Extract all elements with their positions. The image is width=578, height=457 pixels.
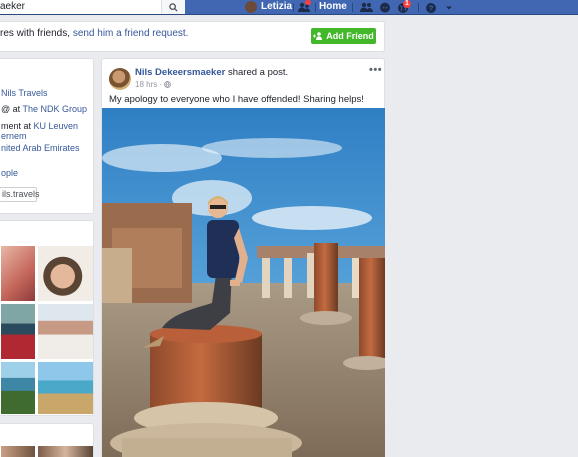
author-avatar[interactable] (109, 68, 131, 90)
post-photo[interactable] (102, 108, 385, 457)
ruins-photo (102, 108, 385, 457)
notifications-badge: 1 (403, 0, 411, 8)
banner-text-prefix: res with friends, (0, 28, 73, 39)
friends-icon (359, 2, 373, 12)
photo-thumbnail[interactable] (38, 304, 93, 359)
nav-divider (352, 3, 353, 12)
add-friend-label: Add Friend (326, 31, 374, 41)
intro-item-text: ment at (1, 121, 34, 131)
intro-item: ment at KU Leuven (1, 121, 78, 131)
search-button[interactable] (161, 0, 185, 14)
intro-card: Nils Travels @ at The NDK Group ment at … (0, 58, 94, 214)
instagram-handle-link[interactable]: ils.travels (0, 187, 40, 202)
find-friends-button[interactable] (297, 0, 311, 14)
post-header: Nils Dekeersmaeker shared a post. (135, 67, 288, 78)
add-friend-button[interactable]: Add Friend (311, 28, 376, 44)
photo-thumbnail[interactable] (1, 362, 35, 414)
friend-request-banner: res with friends, send him a friend requ… (0, 21, 385, 52)
meta-separator: · (159, 80, 163, 89)
intro-item: @ at The NDK Group (1, 104, 87, 114)
photo-thumbnail[interactable] (38, 446, 93, 457)
post-text: My apology to everyone who I have offend… (109, 94, 364, 105)
post-action-text: shared a post. (225, 67, 289, 78)
nav-divider (293, 3, 294, 12)
intro-item: ople (1, 168, 18, 178)
photo-thumbnail[interactable] (1, 446, 35, 457)
friends-card (0, 423, 94, 457)
send-friend-request-link[interactable]: send him a friend request. (73, 28, 189, 39)
search-icon (169, 2, 178, 12)
profile-link[interactable]: Letizia (261, 1, 292, 12)
search-input-value: aeker (0, 1, 26, 12)
top-navigation-bar: aeker Letizia Home 1 ? (0, 0, 578, 15)
intro-item-link[interactable]: ople (1, 168, 18, 178)
intro-item-link[interactable]: KU Leuven (34, 121, 79, 131)
home-link[interactable]: Home (319, 1, 347, 12)
nav-divider (315, 3, 316, 12)
add-friend-icon (313, 32, 323, 40)
post-meta: 18 hrs · (135, 80, 172, 89)
globe-icon (164, 81, 172, 88)
help-button[interactable]: ? (424, 1, 438, 14)
intro-item-link[interactable]: The NDK Group (22, 104, 87, 114)
user-avatar[interactable] (245, 1, 257, 13)
photo-thumbnail[interactable] (1, 304, 35, 359)
notifications-button[interactable]: 1 (396, 0, 411, 14)
messenger-icon (380, 2, 390, 13)
post-options-button[interactable]: ••• (369, 64, 382, 76)
caret-down-icon (446, 6, 452, 9)
account-menu-button[interactable] (442, 1, 456, 14)
intro-item: Nils Travels (1, 88, 48, 98)
photo-thumbnail[interactable] (38, 362, 93, 414)
shared-post: Nils Dekeersmaeker shared a post. 18 hrs… (101, 58, 385, 457)
intro-item-link[interactable]: ernem (1, 131, 27, 141)
svg-text:?: ? (429, 3, 434, 12)
search-input[interactable]: aeker (0, 0, 185, 14)
badge-dot (305, 0, 311, 5)
nav-divider (418, 3, 419, 12)
friend-requests-button[interactable] (359, 1, 373, 14)
post-timestamp[interactable]: 18 hrs (135, 80, 157, 89)
banner-text: res with friends, send him a friend requ… (0, 28, 188, 39)
intro-item-link[interactable]: nited Arab Emirates (1, 143, 80, 153)
intro-item-text: @ at (1, 104, 23, 114)
photo-thumbnail[interactable] (38, 246, 93, 301)
intro-item-link[interactable]: Nils Travels (1, 88, 48, 98)
photo-thumbnail[interactable] (1, 246, 35, 301)
author-name-link[interactable]: Nils Dekeersmaeker (135, 67, 225, 78)
photos-card (0, 220, 94, 416)
intro-item: nited Arab Emirates (1, 143, 80, 153)
intro-item: ernem (1, 131, 27, 141)
help-icon: ? (426, 2, 436, 13)
messages-button[interactable] (378, 1, 392, 14)
